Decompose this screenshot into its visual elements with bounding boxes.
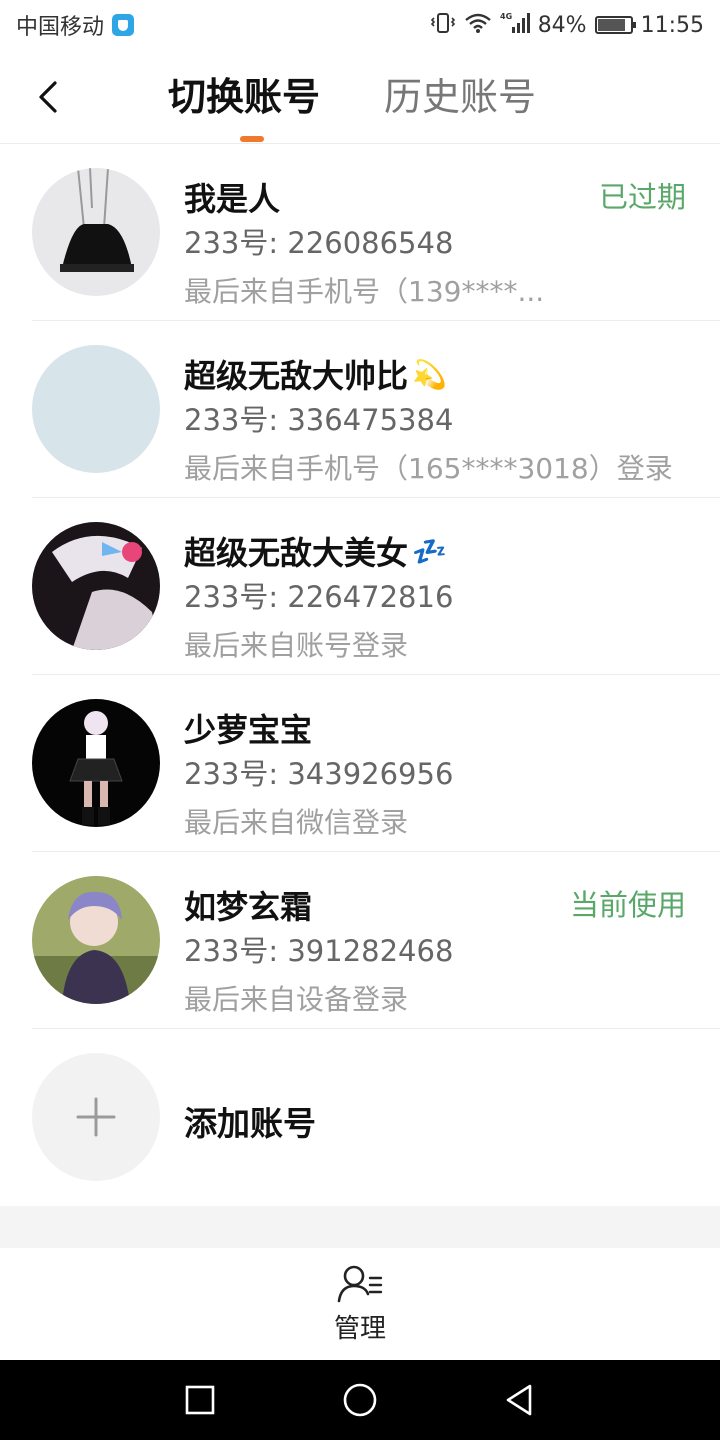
- avatar: [32, 522, 160, 650]
- add-account-button[interactable]: [32, 1053, 160, 1181]
- account-list: 我是人 233号: 226086548 最后来自手机号（139****... 已…: [0, 144, 720, 1206]
- status-left: 中国移动: [16, 9, 135, 41]
- home-button[interactable]: [330, 1370, 390, 1430]
- battery-icon: [594, 16, 636, 34]
- account-last-login: 最后来自设备登录: [184, 983, 409, 1016]
- triangle-back-icon: [506, 1384, 532, 1416]
- recents-button[interactable]: [170, 1370, 230, 1430]
- account-name-text: 我是人: [184, 180, 281, 218]
- carrier-name: 中国移动: [16, 15, 105, 40]
- account-name-text: 如梦玄霜: [184, 888, 313, 926]
- account-name: 我是人: [184, 174, 280, 220]
- chevron-left-icon: [39, 81, 57, 113]
- tab-switch-account[interactable]: 切换账号: [168, 70, 320, 124]
- account-name: 少萝宝宝: [184, 705, 312, 751]
- account-name-text: 超级无敌大美女: [184, 534, 409, 572]
- account-name: 超级无敌大帅比 💫: [184, 351, 447, 397]
- plus-icon: [76, 1097, 116, 1137]
- back-button[interactable]: [26, 72, 70, 122]
- bottom-bar: 管理: [0, 1248, 720, 1360]
- status-right: 4G 84% 11:55: [430, 11, 704, 40]
- account-id: 233号: 336475384: [184, 403, 454, 437]
- status-badge: 已过期: [598, 180, 686, 214]
- add-account-label[interactable]: 添加账号: [184, 1097, 316, 1145]
- square-icon: [185, 1385, 215, 1415]
- account-name-text: 少萝宝宝: [184, 711, 313, 749]
- account-last-login: 最后来自手机号（165****3018）登录: [184, 452, 673, 485]
- account-id: 233号: 226472816: [184, 580, 454, 614]
- account-name-text: 超级无敌大帅比: [184, 357, 409, 395]
- account-row[interactable]: 超级无敌大帅比 💫 233号: 336475384 最后来自手机号（165***…: [32, 321, 720, 498]
- battery-percent: 84%: [537, 12, 587, 38]
- avatar: [32, 345, 160, 473]
- sleeping-zzz-icon: 💤: [412, 534, 447, 568]
- account-row[interactable]: 如梦玄霜 233号: 391282468 最后来自设备登录 当前使用: [32, 852, 720, 1029]
- dizzy-star-icon: 💫: [412, 357, 447, 391]
- account-id: 233号: 343926956: [184, 757, 454, 791]
- clock: 11:55: [640, 12, 704, 38]
- account-last-login: 最后来自账号登录: [184, 629, 409, 662]
- tab-history-account[interactable]: 历史账号: [384, 70, 536, 124]
- account-name: 如梦玄霜: [184, 882, 312, 928]
- svg-text:4G: 4G: [500, 12, 512, 21]
- tab-indicator: [240, 136, 264, 142]
- wifi-icon: [464, 12, 492, 39]
- account-last-login: 最后来自微信登录: [184, 806, 409, 839]
- back-nav-button[interactable]: [490, 1370, 550, 1430]
- avatar: [32, 168, 160, 296]
- account-row[interactable]: 少萝宝宝 233号: 343926956 最后来自微信登录: [32, 675, 720, 852]
- avatar: [32, 699, 160, 827]
- account-id: 233号: 226086548: [184, 226, 454, 260]
- user-manage-icon: [337, 1265, 383, 1302]
- manage-label: 管理: [333, 1313, 386, 1344]
- account-name: 超级无敌大美女 💤: [184, 528, 447, 574]
- system-nav-bar: [0, 1360, 720, 1440]
- cellular-signal-icon: 4G: [500, 11, 530, 40]
- account-row[interactable]: 超级无敌大美女 💤 233号: 226472816 最后来自账号登录: [32, 498, 720, 675]
- circle-icon: [343, 1383, 377, 1417]
- shield-icon: [112, 14, 135, 36]
- manage-button[interactable]: 管理: [334, 1264, 386, 1345]
- status-bar: 中国移动 4G 84% 11:55: [0, 0, 720, 50]
- vibrate-icon: [430, 12, 456, 39]
- add-account-row[interactable]: 添加账号: [32, 1029, 720, 1206]
- status-badge: 当前使用: [569, 888, 686, 922]
- account-id: 233号: 391282468: [184, 934, 454, 968]
- header: 切换账号 历史账号: [0, 50, 720, 144]
- account-last-login: 最后来自手机号（139****...: [184, 275, 545, 308]
- avatar: [32, 876, 160, 1004]
- account-row[interactable]: 我是人 233号: 226086548 最后来自手机号（139****... 已…: [32, 144, 720, 321]
